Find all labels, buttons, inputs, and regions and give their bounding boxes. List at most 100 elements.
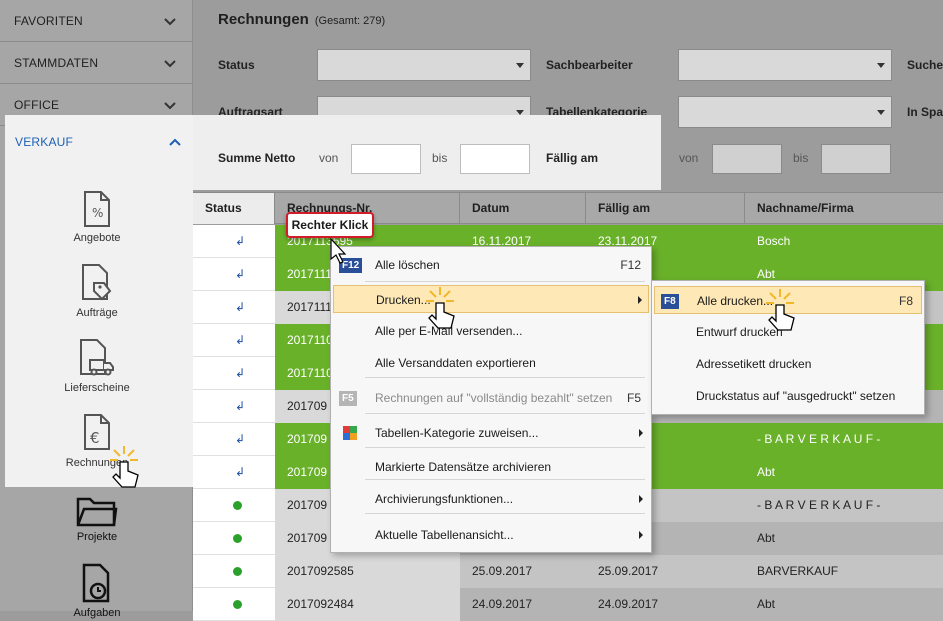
sidebar-item-auftraege[interactable]: Aufträge	[37, 263, 157, 319]
faellig-von-input[interactable]	[712, 144, 782, 174]
menu-separator	[365, 513, 645, 514]
hand-cursor-icon	[426, 287, 455, 329]
status-cell	[193, 522, 275, 555]
submenu-item-label: Druckstatus auf "ausgedruckt" setzen	[696, 389, 896, 403]
sidebar: FAVORITEN STAMMDATEN OFFICE VERKAUF % An…	[0, 0, 193, 619]
summe-von-input[interactable]	[351, 144, 421, 174]
status-select[interactable]	[317, 49, 531, 81]
summe-bis-input[interactable]	[460, 144, 530, 174]
filter-label-inspa: In Spa	[907, 105, 943, 119]
sachbearbeiter-select[interactable]	[678, 49, 892, 81]
context-menu-item[interactable]: Alle per E-Mail versenden...	[333, 317, 649, 345]
submenu-arrow-icon	[639, 429, 643, 437]
paid-status-dot-icon	[233, 501, 242, 510]
context-menu-item[interactable]: Archivierungsfunktionen...	[333, 485, 649, 513]
submenu-item-label: Alle drucken...	[697, 294, 774, 308]
chevron-up-icon	[169, 138, 181, 146]
cell-faellig: 24.09.2017	[586, 588, 745, 621]
paid-status-dot-icon	[233, 534, 242, 543]
menu-item-label: Rechnungen auf "vollständig bezahlt" set…	[375, 391, 613, 405]
status-cell: ↲	[193, 258, 275, 291]
record-count: (Gesamt: 279)	[314, 15, 386, 27]
column-datum[interactable]: Datum	[460, 193, 586, 224]
cell-name: Abt	[745, 588, 943, 621]
cell-name: Bosch	[745, 225, 943, 258]
sidebar-item-projekte[interactable]: Projekte	[37, 495, 157, 543]
paid-status-dot-icon	[233, 567, 242, 576]
status-cell	[193, 489, 275, 522]
cell-datum: 24.09.2017	[460, 588, 586, 621]
filter-label-suche: Suche	[907, 58, 943, 72]
status-cell: ↲	[193, 423, 275, 456]
return-arrow-icon: ↲	[235, 366, 246, 380]
sidebar-section-stammdaten[interactable]: STAMMDATEN	[0, 42, 192, 84]
submenu-item[interactable]: Adressetikett drucken	[654, 350, 922, 378]
submenu-item-label: Adressetikett drucken	[696, 357, 812, 371]
context-menu-item[interactable]: Drucken...	[333, 285, 649, 313]
return-arrow-icon: ↲	[235, 465, 246, 479]
paid-status-dot-icon	[233, 600, 242, 609]
status-cell: ↲	[193, 324, 275, 357]
submenu-item[interactable]: Druckstatus auf "ausgedruckt" setzen	[654, 382, 922, 410]
cell-name: Abt	[745, 456, 943, 489]
status-cell	[193, 588, 275, 621]
dropdown-arrow-icon	[877, 110, 885, 115]
sidebar-section-favoriten[interactable]: FAVORITEN	[0, 0, 192, 42]
filter-label-summe-netto: Summe Netto	[218, 151, 296, 165]
cell-name: - B A R V E R K A U F -	[745, 489, 943, 522]
sidebar-item-angebote[interactable]: % Angebote	[37, 190, 157, 244]
status-cell	[193, 555, 275, 588]
context-menu-item[interactable]: Alle Versanddaten exportieren	[333, 349, 649, 377]
submenu-arrow-icon	[639, 531, 643, 539]
order-tag-icon	[82, 264, 112, 301]
status-cell: ↲	[193, 357, 275, 390]
menu-item-shortcut: F5	[626, 391, 641, 405]
cell-nr: 2017092585	[275, 555, 460, 588]
label-von: von	[319, 151, 339, 165]
column-status[interactable]: Status	[193, 193, 275, 224]
table-row[interactable]: 2017092585 25.09.2017 25.09.2017 BARVERKAUF	[193, 555, 943, 588]
menu-separator	[365, 281, 645, 282]
task-clock-icon	[82, 563, 110, 603]
chevron-down-icon	[164, 101, 176, 109]
cell-name: BARVERKAUF	[745, 555, 943, 588]
return-arrow-icon: ↲	[235, 333, 246, 347]
page-title: Rechnungen (Gesamt: 279)	[218, 11, 386, 28]
label-von-faellig: von	[679, 151, 699, 165]
return-arrow-icon: ↲	[235, 399, 246, 413]
menu-item-shortcut: F12	[620, 258, 641, 272]
submenu-arrow-icon	[639, 495, 643, 503]
menu-item-label: Tabellen-Kategorie zuweisen...	[375, 426, 539, 440]
chevron-down-icon	[164, 17, 176, 25]
return-arrow-icon: ↲	[235, 432, 246, 446]
label-bis-faellig: bis	[793, 151, 809, 165]
cell-nr: 2017092484	[275, 588, 460, 621]
cell-name: - B A R V E R K A U F -	[745, 423, 943, 456]
shortcut-key-badge: F5	[339, 391, 357, 406]
cell-name: Abt	[745, 522, 943, 555]
status-cell: ↲	[193, 390, 275, 423]
menu-item-label: Alle Versanddaten exportieren	[375, 356, 536, 370]
label-bis: bis	[432, 151, 448, 165]
cell-faellig: 25.09.2017	[586, 555, 745, 588]
hand-cursor-icon	[766, 289, 795, 331]
context-menu-item: F5 Rechnungen auf "vollständig bezahlt" s…	[333, 384, 649, 412]
filter-label-sachbearbeiter: Sachbearbeiter	[546, 58, 633, 72]
table-row[interactable]: 2017092484 24.09.2017 24.09.2017 Abt	[193, 588, 943, 621]
mouse-pointer-icon	[330, 238, 346, 264]
chevron-down-icon	[164, 59, 176, 67]
sidebar-item-lieferscheine[interactable]: Lieferscheine	[37, 338, 157, 394]
faellig-bis-input[interactable]	[821, 144, 891, 174]
context-menu-item[interactable]: Markierte Datensätze archivieren	[333, 453, 649, 481]
sidebar-verkauf-header[interactable]: VERKAUF	[5, 115, 193, 169]
context-menu-item[interactable]: Aktuelle Tabellenansicht...	[333, 521, 649, 549]
tabellenkategorie-select[interactable]	[678, 96, 892, 128]
column-nachname-firma[interactable]: Nachname/Firma	[745, 193, 943, 224]
menu-item-label: Markierte Datensätze archivieren	[375, 460, 552, 474]
column-faellig-am[interactable]: Fällig am	[586, 193, 745, 224]
context-menu-item[interactable]: F12 Alle löschen F12	[333, 251, 649, 279]
context-menu-item[interactable]: Tabellen-Kategorie zuweisen...	[333, 419, 649, 447]
status-cell: ↲	[193, 225, 275, 258]
menu-item-label: Drucken...	[376, 293, 431, 307]
category-grid-icon	[343, 426, 357, 440]
